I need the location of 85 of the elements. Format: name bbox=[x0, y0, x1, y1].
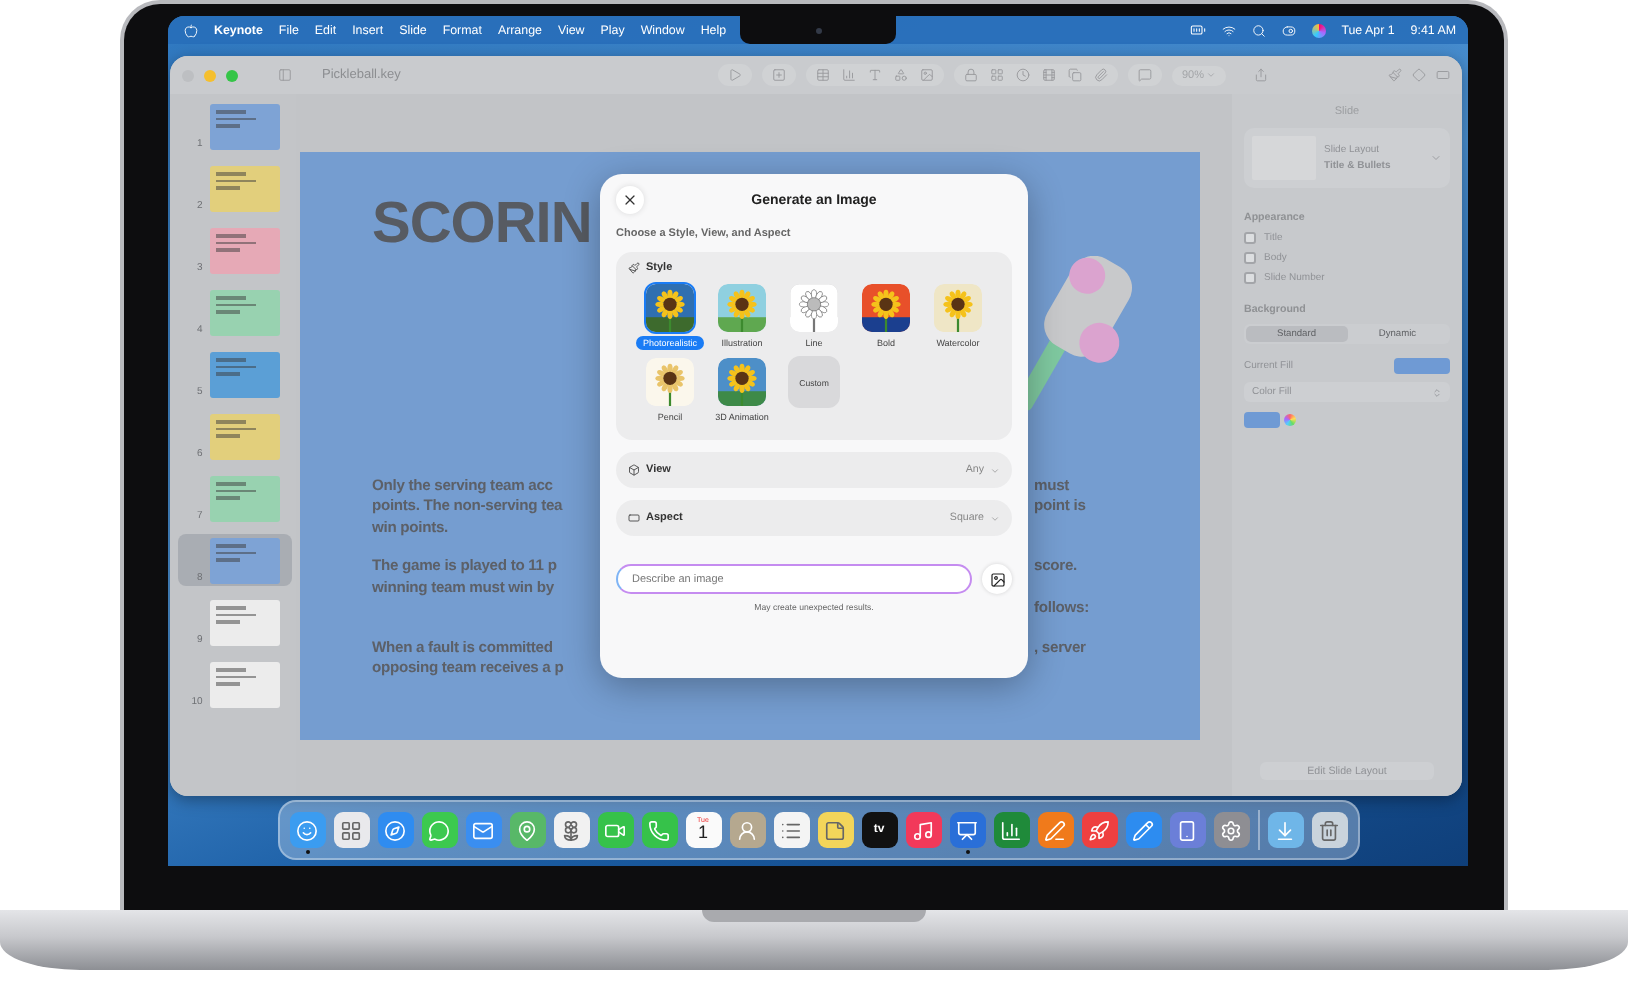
slide-title: SCORIN bbox=[372, 192, 592, 258]
pen-icon[interactable] bbox=[1037, 812, 1073, 848]
comment-icon[interactable] bbox=[1137, 68, 1152, 82]
app-grid-icon[interactable] bbox=[333, 812, 369, 848]
clock-icon[interactable] bbox=[1015, 68, 1030, 82]
image-icon bbox=[989, 571, 1005, 587]
slide-thumbnail[interactable] bbox=[210, 290, 280, 336]
sunflower-image[interactable] bbox=[716, 282, 768, 334]
slide-thumbnail[interactable] bbox=[210, 414, 280, 460]
bar-chart-icon[interactable] bbox=[993, 812, 1029, 848]
control-center-icon[interactable] bbox=[1281, 23, 1296, 37]
trash-icon[interactable] bbox=[1311, 812, 1347, 848]
rectangle-icon bbox=[628, 512, 640, 524]
rectangle-icon[interactable] bbox=[1436, 68, 1450, 82]
sunflower-image[interactable] bbox=[932, 282, 984, 334]
video-camera-icon[interactable] bbox=[597, 812, 633, 848]
camera-icon bbox=[815, 27, 821, 33]
paintbrush-icon bbox=[628, 262, 640, 274]
battery-icon[interactable] bbox=[1189, 22, 1206, 38]
rocket-icon[interactable] bbox=[1081, 812, 1117, 848]
sunflower-image[interactable] bbox=[644, 356, 696, 408]
person-icon[interactable] bbox=[729, 812, 765, 848]
play-icon[interactable] bbox=[727, 68, 742, 82]
shapes-icon[interactable] bbox=[893, 68, 908, 82]
flower-icon[interactable] bbox=[553, 812, 589, 848]
wifi-icon[interactable] bbox=[1221, 23, 1236, 37]
slide-thumbnail[interactable] bbox=[210, 600, 280, 646]
siri-icon[interactable] bbox=[1311, 23, 1326, 37]
envelope-icon[interactable] bbox=[465, 812, 501, 848]
map-pin-icon[interactable] bbox=[509, 812, 545, 848]
table-icon[interactable] bbox=[815, 68, 830, 82]
copy-icon[interactable] bbox=[1067, 68, 1082, 82]
pencil-icon[interactable] bbox=[1125, 812, 1161, 848]
chevron-down-icon bbox=[1430, 152, 1442, 164]
checkbox[interactable] bbox=[1244, 232, 1256, 244]
paintbrush-icon[interactable] bbox=[1388, 68, 1402, 82]
chart-icon[interactable] bbox=[841, 68, 856, 82]
phone-icon[interactable] bbox=[641, 812, 677, 848]
slide-thumbnail[interactable] bbox=[210, 352, 280, 398]
image-button[interactable] bbox=[982, 564, 1012, 594]
zoom-window-button[interactable] bbox=[226, 69, 238, 81]
notepad-icon[interactable] bbox=[817, 812, 853, 848]
slide-thumbnail[interactable] bbox=[210, 538, 280, 584]
close-icon bbox=[622, 192, 638, 208]
slide-thumbnail[interactable] bbox=[210, 166, 280, 212]
presentation-icon[interactable] bbox=[949, 812, 985, 848]
color-well[interactable] bbox=[1244, 412, 1280, 428]
film-icon[interactable] bbox=[1041, 68, 1056, 82]
up-down-chevron-icon bbox=[1432, 387, 1442, 397]
list-icon[interactable] bbox=[773, 812, 809, 848]
slide-thumbnail[interactable] bbox=[210, 662, 280, 708]
sunflower-image[interactable] bbox=[860, 282, 912, 334]
apple-icon[interactable] bbox=[184, 23, 198, 37]
search-icon[interactable] bbox=[1251, 23, 1266, 37]
chevron-down-icon bbox=[990, 513, 1000, 523]
speech-bubble-icon[interactable] bbox=[421, 812, 457, 848]
chevron-down-icon bbox=[990, 465, 1000, 475]
sidebar-icon[interactable] bbox=[278, 68, 292, 82]
slide-thumbnail[interactable] bbox=[210, 104, 280, 150]
smiling-face-icon[interactable] bbox=[289, 812, 325, 848]
close-button[interactable] bbox=[616, 186, 644, 214]
checkbox[interactable] bbox=[1244, 272, 1256, 284]
sunflower-image[interactable] bbox=[716, 356, 768, 408]
text-icon[interactable] bbox=[867, 68, 882, 82]
music-note-icon[interactable] bbox=[905, 812, 941, 848]
slide-thumbnail[interactable] bbox=[210, 476, 280, 522]
checkbox[interactable] bbox=[1244, 252, 1256, 264]
chevron-down-icon bbox=[1206, 70, 1216, 80]
lock-icon[interactable] bbox=[963, 68, 978, 82]
calendar-day: 1 bbox=[697, 824, 708, 843]
fill-swatch[interactable] bbox=[1394, 358, 1450, 374]
sunflower-image[interactable] bbox=[644, 282, 696, 334]
share-icon[interactable] bbox=[1254, 68, 1268, 82]
diamond-icon[interactable] bbox=[1412, 68, 1426, 82]
color-wheel-icon[interactable] bbox=[1284, 414, 1296, 426]
paperclip-icon[interactable] bbox=[1093, 68, 1108, 82]
slide-thumbnail[interactable] bbox=[210, 228, 280, 274]
smartphone-icon[interactable] bbox=[1169, 812, 1205, 848]
image-icon[interactable] bbox=[919, 68, 934, 82]
compass-icon[interactable] bbox=[377, 812, 413, 848]
add-slide-icon[interactable] bbox=[771, 68, 786, 82]
cube-icon bbox=[628, 464, 640, 476]
settings-icon[interactable] bbox=[1213, 812, 1249, 848]
download-folder-icon[interactable] bbox=[1267, 812, 1303, 848]
grid-icon[interactable] bbox=[989, 68, 1004, 82]
